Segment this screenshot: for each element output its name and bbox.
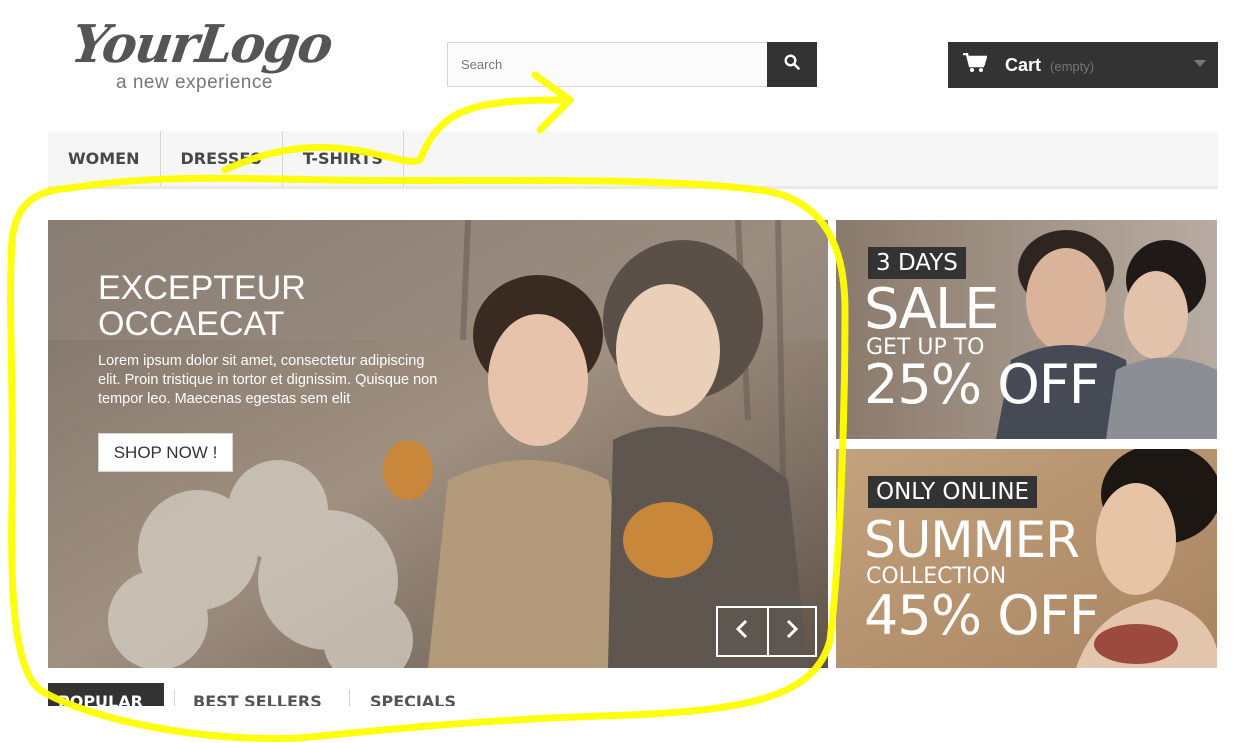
search-icon xyxy=(784,54,800,75)
slider-controls xyxy=(716,606,817,657)
promo-offer: 25% OFF xyxy=(864,353,1100,416)
slide-title: EXCEPTEUR OCCAECAT xyxy=(98,269,306,343)
promo-banner-summer[interactable]: ONLY ONLINE SUMMER COLLECTION 45% OFF xyxy=(836,449,1217,668)
nav-item-tshirts[interactable]: T-SHIRTS xyxy=(283,131,404,186)
logo-wordmark: YourLogo xyxy=(67,14,336,75)
chevron-right-icon xyxy=(785,619,799,644)
nav-item-women[interactable]: WOMEN xyxy=(48,131,161,186)
nav-item-label: T-SHIRTS xyxy=(302,149,383,168)
nav-item-dresses[interactable]: DRESSES xyxy=(161,131,283,186)
cart-button[interactable]: Cart (empty) xyxy=(948,42,1218,88)
nav-item-label: DRESSES xyxy=(180,149,262,168)
chevron-left-icon xyxy=(735,619,749,644)
tabs-overflow-mask xyxy=(0,706,1251,743)
slide-description: Lorem ipsum dolor sit amet, consectetur … xyxy=(98,353,438,407)
slider-prev-button[interactable] xyxy=(718,608,767,655)
page: YourLogo a new experience Cart (empty) W… xyxy=(0,0,1251,743)
cart-status: (empty) xyxy=(1050,59,1095,74)
nav-item-label: WOMEN xyxy=(68,149,140,168)
promo-headline: SUMMER xyxy=(864,511,1080,569)
logo-tagline: a new experience xyxy=(116,72,273,93)
homepage-slider: EXCEPTEUR OCCAECAT Lorem ipsum dolor sit… xyxy=(48,220,828,668)
search-bar xyxy=(447,42,817,87)
cart-icon xyxy=(963,52,988,78)
shop-now-button[interactable]: SHOP NOW ! xyxy=(98,433,233,472)
chevron-down-icon xyxy=(1194,60,1206,67)
site-logo[interactable]: YourLogo a new experience xyxy=(68,14,362,100)
main-nav: WOMEN DRESSES T-SHIRTS xyxy=(48,131,1218,189)
search-input[interactable] xyxy=(447,42,767,87)
search-button[interactable] xyxy=(767,42,817,87)
promo-badge: 3 DAYS xyxy=(868,247,966,279)
promo-badge: ONLY ONLINE xyxy=(868,476,1038,508)
slider-next-button[interactable] xyxy=(766,608,816,655)
cart-label: Cart xyxy=(1005,54,1042,75)
promo-offer: 45% OFF xyxy=(864,584,1100,647)
promo-headline: SALE xyxy=(864,277,999,342)
promo-banner-sale[interactable]: 3 DAYS SALE GET UP TO 25% OFF xyxy=(836,220,1217,439)
